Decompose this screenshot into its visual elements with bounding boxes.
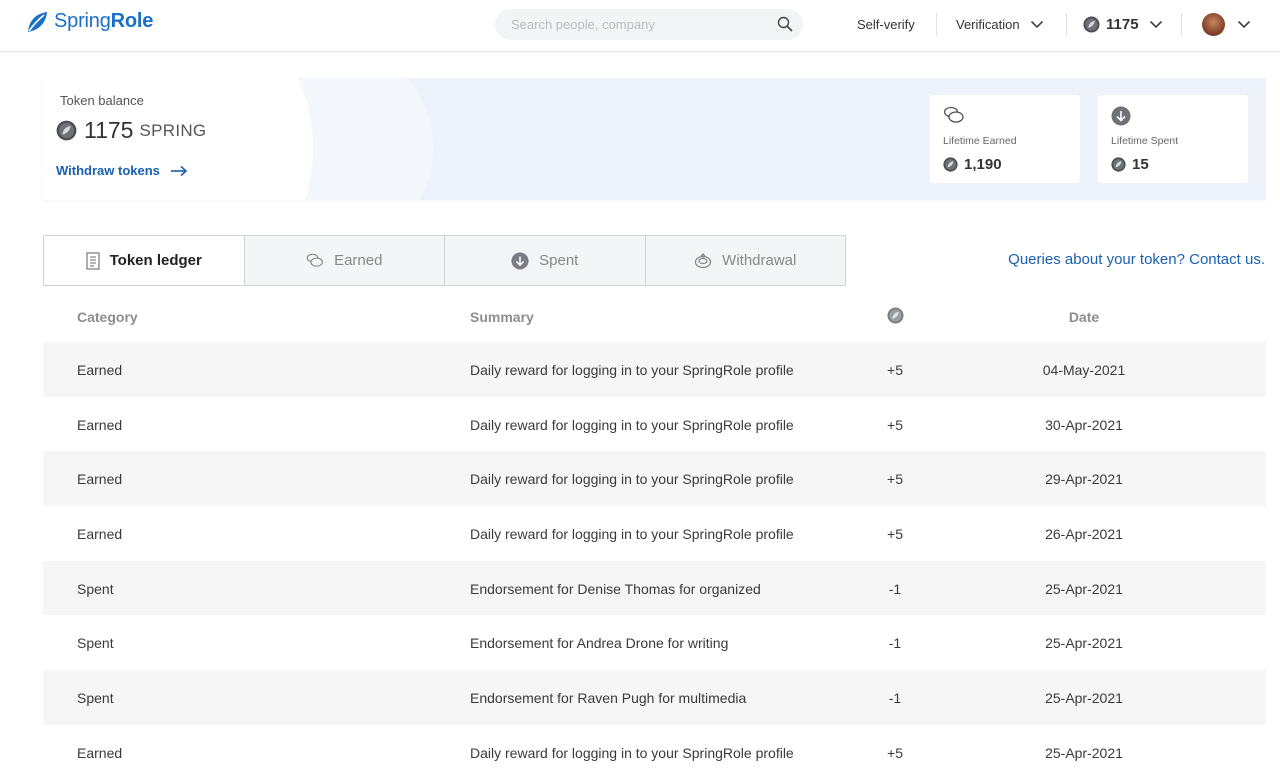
profile-menu[interactable]: [1202, 0, 1251, 48]
withdraw-tokens-link[interactable]: Withdraw tokens: [56, 163, 188, 178]
coins-icon: [943, 106, 964, 123]
table-row: Spent Endorsement for Andrea Drone for w…: [43, 615, 1266, 670]
cell-amount: -1: [888, 690, 902, 707]
springrole-logo[interactable]: SpringRole: [26, 10, 153, 33]
token-balance-card: Token balance 1175 SPRING Withdraw token…: [43, 78, 1266, 200]
table-row: Spent Endorsement for Raven Pugh for mul…: [43, 670, 1266, 725]
ledger-tabs: Token ledger Earned Spent Withdrawal: [43, 235, 846, 286]
token-balance-amount: 1175 SPRING: [56, 117, 206, 144]
cell-category: Earned: [77, 471, 123, 488]
cell-amount: -1: [888, 635, 902, 652]
cell-date: 25-Apr-2021: [1045, 635, 1123, 652]
search-input[interactable]: [511, 9, 761, 40]
tab-earned[interactable]: Earned: [243, 236, 444, 285]
nav-divider: [1181, 13, 1182, 36]
chevron-down-icon: [1149, 20, 1162, 28]
chevron-down-icon: [1030, 20, 1043, 28]
token-balance-label: Token balance: [60, 93, 144, 108]
column-header-summary: Summary: [470, 309, 534, 325]
ledger-icon: [86, 251, 100, 270]
verification-dropdown[interactable]: Verification: [956, 0, 1044, 48]
spring-token-icon: [56, 120, 77, 141]
cell-summary: Daily reward for logging in to your Spri…: [470, 471, 794, 488]
cell-date: 29-Apr-2021: [1045, 471, 1123, 488]
cell-date: 25-Apr-2021: [1045, 580, 1123, 597]
cell-category: Spent: [77, 635, 114, 652]
table-row: Spent Endorsement for Denise Thomas for …: [43, 560, 1266, 616]
cell-summary: Endorsement for Andrea Drone for writing: [470, 635, 729, 652]
cell-category: Earned: [77, 362, 123, 378]
top-header: SpringRole Self-verify Verification 1175: [0, 0, 1280, 52]
coins-icon: [306, 253, 324, 268]
token-balance-dropdown[interactable]: 1175: [1083, 0, 1163, 48]
spring-token-icon: [1083, 15, 1100, 33]
leaf-logo-icon: [28, 11, 47, 32]
table-row: Earned Daily reward for logging in to yo…: [43, 397, 1266, 452]
balance-unit: SPRING: [139, 120, 207, 140]
search-icon[interactable]: [777, 16, 793, 32]
cell-summary: Daily reward for logging in to your Spri…: [470, 744, 794, 761]
arrow-right-icon: [170, 165, 188, 176]
cell-amount: +5: [887, 471, 903, 488]
table-row: Earned Daily reward for logging in to yo…: [43, 451, 1266, 507]
cell-date: 26-Apr-2021: [1045, 526, 1123, 543]
nav-divider: [1066, 13, 1067, 36]
cell-category: Spent: [77, 690, 114, 707]
cell-category: Spent: [77, 580, 114, 597]
table-header: Category Summary Date: [43, 286, 1266, 342]
cell-amount: +5: [887, 416, 903, 433]
chevron-down-icon: [1237, 20, 1251, 28]
withdraw-icon: [694, 252, 712, 269]
brand-name: SpringRole: [54, 10, 154, 32]
cell-amount: +5: [887, 526, 903, 543]
self-verify-link[interactable]: Self-verify: [857, 0, 915, 48]
cell-date: 30-Apr-2021: [1045, 416, 1123, 433]
search-box: [495, 9, 803, 40]
cell-amount: +5: [887, 362, 903, 378]
tab-token-ledger[interactable]: Token ledger: [44, 236, 244, 285]
lifetime-earned-value: 1,190: [943, 156, 1002, 173]
spring-token-icon: [1111, 157, 1126, 172]
spring-token-icon: [943, 157, 958, 172]
table-row: Earned Daily reward for logging in to yo…: [43, 506, 1266, 561]
cell-category: Earned: [77, 744, 123, 761]
cell-summary: Endorsement for Denise Thomas for organi…: [470, 580, 761, 597]
column-header-date: Date: [1068, 309, 1100, 325]
cell-amount: +5: [887, 744, 903, 761]
download-circle-icon: [511, 251, 529, 270]
cell-date: 04-May-2021: [1042, 362, 1126, 378]
lifetime-spent-card: Lifetime Spent 15: [1098, 95, 1248, 183]
token-ledger-table: Category Summary Date Earned Daily rewar…: [43, 286, 1266, 772]
column-header-category: Category: [77, 309, 138, 325]
column-header-amount: [873, 307, 917, 327]
table-row: Earned Daily reward for logging in to yo…: [43, 342, 1266, 397]
table-row: Earned Daily reward for logging in to yo…: [43, 725, 1266, 772]
nav-divider: [936, 13, 937, 36]
cell-category: Earned: [77, 416, 123, 433]
cell-date: 25-Apr-2021: [1045, 744, 1123, 761]
avatar[interactable]: [1202, 12, 1225, 36]
tab-withdrawal[interactable]: Withdrawal: [644, 236, 845, 285]
lifetime-spent-value: 15: [1111, 156, 1149, 173]
cell-summary: Daily reward for logging in to your Spri…: [470, 526, 794, 543]
lifetime-earned-card: Lifetime Earned 1,190: [930, 95, 1080, 183]
cell-amount: -1: [888, 580, 902, 597]
tab-spent[interactable]: Spent: [444, 236, 645, 285]
download-circle-icon: [1111, 106, 1131, 126]
cell-summary: Daily reward for logging in to your Spri…: [470, 416, 794, 433]
contact-us-link[interactable]: Queries about your token? Contact us.: [1008, 251, 1265, 268]
cell-summary: Daily reward for logging in to your Spri…: [470, 362, 794, 378]
spring-token-icon: [886, 307, 904, 324]
cell-category: Earned: [77, 526, 123, 543]
cell-date: 25-Apr-2021: [1045, 690, 1123, 707]
balance-value: 1175: [84, 117, 134, 143]
cell-summary: Endorsement for Raven Pugh for multimedi…: [470, 690, 747, 707]
